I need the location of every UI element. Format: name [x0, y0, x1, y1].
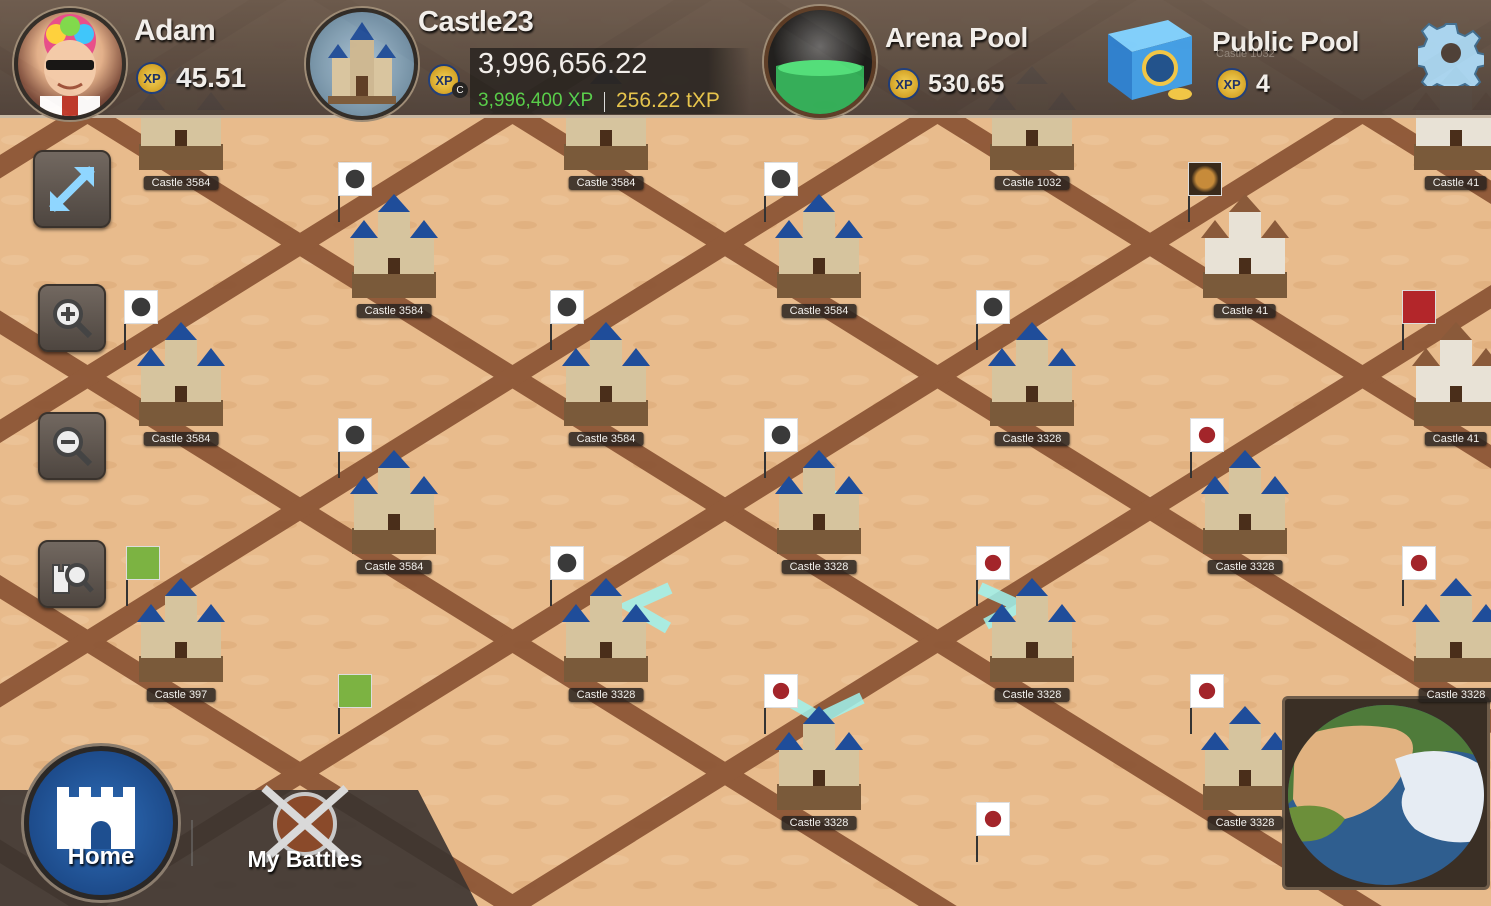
flag-pole	[764, 196, 766, 222]
home-label: Home	[67, 843, 135, 870]
castle-avatar[interactable]	[306, 8, 418, 120]
player-avatar[interactable]	[14, 8, 126, 120]
castle-label[interactable]: Castle 3584	[568, 432, 644, 446]
flag-pole	[126, 580, 128, 606]
my-battles-label: My Battles	[247, 846, 363, 872]
world-map-icon	[1288, 705, 1484, 885]
castle-label[interactable]: Castle 3328	[994, 432, 1070, 446]
public-pool-ghost-label: Castle 1032	[1216, 48, 1275, 60]
castle-label[interactable]: Castle 3328	[568, 688, 644, 702]
arena-pool-label: Arena Pool	[885, 22, 1028, 53]
flag-pole	[1188, 196, 1190, 222]
home-button[interactable]: Home	[24, 746, 178, 900]
bull-flag-icon[interactable]	[1190, 418, 1224, 452]
game-map[interactable]	[0, 0, 1491, 906]
castle-label[interactable]: Castle 41	[1424, 176, 1488, 190]
arena-orb-icon	[776, 60, 864, 114]
castle-balance-panel: 3,996,656.22 3,996,400 XP 256.22 tXP	[470, 48, 750, 114]
flag-pole	[338, 196, 340, 222]
gorilla-flag-icon[interactable]	[550, 290, 584, 324]
my-battles-button[interactable]: My Battles	[240, 780, 370, 880]
castle-label[interactable]: Castle 41	[1213, 304, 1277, 318]
castle-txp-amount: 256.22 tXP	[616, 89, 720, 112]
flag-pole	[1402, 324, 1404, 350]
arena-xp-coin-icon: XP	[888, 68, 920, 100]
zoom-out-button[interactable]	[38, 412, 106, 480]
minimap[interactable]	[1282, 696, 1490, 890]
castle-label[interactable]: Castle 3584	[356, 560, 432, 574]
castle-label[interactable]: Castle 3328	[1207, 560, 1283, 574]
gorilla-flag-icon[interactable]	[764, 162, 798, 196]
public-pool-vault-icon[interactable]	[1098, 12, 1194, 104]
castle-label[interactable]: Castle 3328	[994, 688, 1070, 702]
castle-search-icon	[52, 563, 94, 594]
settings-gear-icon[interactable]	[1414, 20, 1488, 97]
avatar-face-icon	[40, 14, 100, 116]
gorilla-flag-icon[interactable]	[338, 162, 372, 196]
gorilla-flag-icon[interactable]	[976, 290, 1010, 324]
castle-icon	[328, 22, 396, 104]
castle-label[interactable]: Castle 41	[1424, 432, 1488, 446]
flag-pole	[764, 452, 766, 478]
gorilla-flag-icon[interactable]	[764, 418, 798, 452]
bull-flag-icon[interactable]	[1190, 674, 1224, 708]
bottom-navigation: Home My Battles	[0, 746, 480, 906]
top-status-bar: Adam XP 45.51 Castle23 3,996,656.22 3,99…	[0, 0, 1491, 120]
zoom-in-button[interactable]	[38, 284, 106, 352]
zoom-out-icon	[53, 427, 93, 467]
castle-label[interactable]: Castle 3328	[1418, 688, 1491, 702]
flag-pole	[1190, 708, 1192, 734]
bull-flag-icon[interactable]	[976, 802, 1010, 836]
bull-flag-icon[interactable]	[1402, 546, 1436, 580]
gamepad-flag-icon[interactable]	[1402, 290, 1436, 324]
bull-flag-icon[interactable]	[764, 674, 798, 708]
divider	[604, 92, 605, 112]
castle-balance: 3,996,656.22	[478, 48, 648, 80]
flag-pole	[550, 580, 552, 606]
bull-flag-icon[interactable]	[976, 546, 1010, 580]
flag-pole	[550, 324, 552, 350]
flag-pole	[976, 836, 978, 862]
expand-arrows-icon	[49, 166, 95, 212]
castle-label[interactable]: Castle 3584	[356, 304, 432, 318]
xp-coin-icon: XP	[136, 62, 168, 94]
android-flag-icon[interactable]	[126, 546, 160, 580]
android-flag-icon[interactable]	[338, 674, 372, 708]
castle-label[interactable]: Castle 3328	[1207, 816, 1283, 830]
gorilla-flag-icon[interactable]	[124, 290, 158, 324]
castle-xp-amount: 3,996,400 XP	[478, 90, 594, 111]
castle-label[interactable]: Castle 397	[146, 688, 216, 702]
castle-label[interactable]: Castle 3584	[781, 304, 857, 318]
gorilla-flag-icon[interactable]	[550, 546, 584, 580]
find-castle-button[interactable]	[38, 540, 106, 608]
flag-pole	[124, 324, 126, 350]
player-xp-value: 45.51	[176, 62, 247, 93]
gorilla-flag-icon[interactable]	[338, 418, 372, 452]
flag-pole	[338, 708, 340, 734]
fullscreen-button[interactable]	[33, 150, 111, 228]
castle-label[interactable]: Castle 3328	[781, 560, 857, 574]
flag-pole	[338, 452, 340, 478]
flag-pole	[976, 324, 978, 350]
castle-label[interactable]: Castle 3584	[143, 176, 219, 190]
castle-label[interactable]: Castle 1032	[994, 176, 1070, 190]
public-pool-value: 4	[1256, 70, 1270, 98]
arena-pool-orb[interactable]	[764, 6, 876, 118]
zoom-in-icon	[53, 299, 93, 339]
castle-name: Castle23	[418, 6, 534, 38]
flag-pole	[764, 708, 766, 734]
castle-label[interactable]: Castle 3584	[143, 432, 219, 446]
coin-c-icon: C	[452, 82, 468, 98]
lion-flag-icon[interactable]	[1188, 162, 1222, 196]
castle-label[interactable]: Castle 3584	[568, 176, 644, 190]
flag-pole	[1190, 452, 1192, 478]
flag-pole	[1402, 580, 1404, 606]
player-name: Adam	[134, 14, 216, 47]
arena-pool-value: 530.65	[928, 70, 1005, 98]
castle-label[interactable]: Castle 3328	[781, 816, 857, 830]
flag-pole	[976, 580, 978, 606]
public-xp-coin-icon: XP	[1216, 68, 1248, 100]
